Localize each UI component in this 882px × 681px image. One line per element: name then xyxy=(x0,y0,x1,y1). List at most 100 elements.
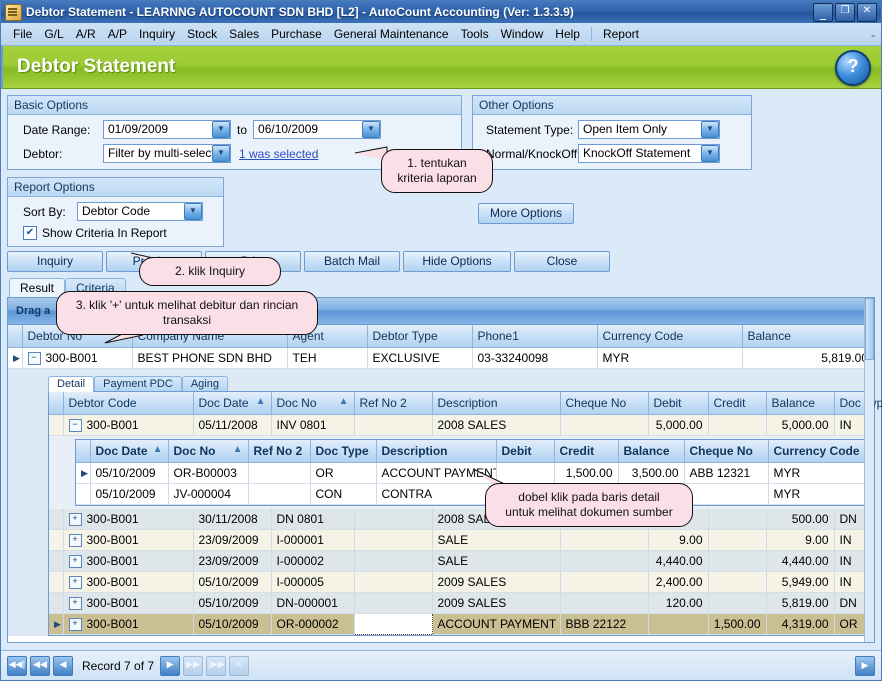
col-debtor-code[interactable]: Debtor Code xyxy=(63,392,194,415)
debtor-filter-select[interactable]: Filter by multi-select ▼ xyxy=(103,144,231,163)
col-cheque-no[interactable]: Cheque No xyxy=(560,392,649,415)
hide-options-button[interactable]: Hide Options xyxy=(403,251,511,272)
statement-type-select[interactable]: Open Item Only ▼ xyxy=(578,120,720,139)
date-from-input[interactable]: 01/09/2009 ▼ xyxy=(103,120,231,139)
show-criteria-checkbox[interactable]: ✔ Show Criteria In Report xyxy=(15,226,167,240)
col-currency-code[interactable]: Currency Code xyxy=(768,440,865,463)
menu-item-tools[interactable]: Tools xyxy=(455,25,495,43)
expand-icon[interactable]: + xyxy=(68,618,82,632)
cell-debtor-code[interactable]: +300-B001 xyxy=(63,509,194,530)
menu-item-general-maintenance[interactable]: General Maintenance xyxy=(328,25,455,43)
col-ref-no-2[interactable]: Ref No 2 xyxy=(248,440,311,463)
expand-icon[interactable]: + xyxy=(68,597,82,611)
chevron-down-icon[interactable]: ⌄ xyxy=(869,29,881,40)
table-row[interactable]: 05/10/2009 JV-000004 CON CONTRA 3,500.00 xyxy=(76,483,865,505)
minimize-button[interactable]: _ xyxy=(813,2,833,22)
col-doc-no[interactable]: Doc No ▲ xyxy=(271,392,355,415)
col-debit[interactable]: Debit xyxy=(496,440,555,463)
selected-count-link[interactable]: 1 was selected xyxy=(239,147,318,161)
next-page-button[interactable]: ▶▶ xyxy=(183,655,204,676)
inquiry-button[interactable]: Inquiry xyxy=(7,251,103,272)
expand-icon[interactable]: + xyxy=(68,513,82,527)
table-row[interactable]: −300-B001 05/11/2008 INV 0801 2008 SALES… xyxy=(49,414,869,436)
tab-detail[interactable]: Detail xyxy=(48,376,95,392)
menu-item-ar[interactable]: A/R xyxy=(70,25,102,43)
close-options-button[interactable]: Close xyxy=(514,251,610,272)
table-row[interactable]: +300-B001 05/10/2009 DN-000001 2009 SALE… xyxy=(49,592,869,614)
close-button[interactable]: ✕ xyxy=(857,2,877,22)
col-credit[interactable]: Credit xyxy=(708,392,767,415)
chevron-down-icon[interactable]: ▼ xyxy=(701,121,719,138)
table-row[interactable]: ▶ +300-B001 05/10/2009 OR-000002 ACCOUNT… xyxy=(49,613,869,635)
table-row[interactable]: ▶ −300-B001 BEST PHONE SDN BHD TEH EXCLU… xyxy=(8,347,874,369)
table-row[interactable]: +300-B001 23/09/2009 I-000001 SALE 9.00 … xyxy=(49,529,869,551)
chevron-down-icon[interactable]: ▼ xyxy=(212,121,230,138)
col-debit[interactable]: Debit xyxy=(648,392,709,415)
last-record-button[interactable]: |▶▶ xyxy=(206,655,227,676)
previous-record-button[interactable]: ◀ xyxy=(53,655,73,676)
cell-debtor-code[interactable]: −300-B001 xyxy=(63,414,194,436)
menu-item-window[interactable]: Window xyxy=(495,25,550,43)
expand-icon[interactable]: + xyxy=(68,576,82,590)
col-description[interactable]: Description xyxy=(432,392,561,415)
batch-mail-button[interactable]: Batch Mail xyxy=(304,251,400,272)
cell-debtor-code[interactable]: +300-B001 xyxy=(63,571,194,593)
col-balance[interactable]: Balance xyxy=(766,392,835,415)
table-row[interactable]: +300-B001 23/09/2009 I-000002 SALE 4,440… xyxy=(49,550,869,572)
col-phone1[interactable]: Phone1 xyxy=(472,325,598,348)
col-credit[interactable]: Credit xyxy=(554,440,619,463)
col-doc-type[interactable]: Doc Type xyxy=(310,440,377,463)
tab-aging[interactable]: Aging xyxy=(181,376,228,391)
cell-debtor-no[interactable]: −300-B001 xyxy=(22,347,133,369)
collapse-icon[interactable]: − xyxy=(68,419,82,433)
scroll-right-button[interactable]: ▶ xyxy=(855,655,875,676)
chevron-down-icon[interactable]: ▼ xyxy=(701,145,719,162)
tab-payment-pdc[interactable]: Payment PDC xyxy=(94,376,182,391)
menu-item-sales[interactable]: Sales xyxy=(223,25,265,43)
col-doc-date[interactable]: Doc Date ▲ xyxy=(193,392,272,415)
date-to-input[interactable]: 06/10/2009 ▼ xyxy=(253,120,382,139)
scrollbar-thumb[interactable] xyxy=(865,298,874,360)
first-record-button[interactable]: ◀◀| xyxy=(7,655,27,676)
table-row[interactable]: +300-B001 05/10/2009 I-000005 2009 SALES… xyxy=(49,571,869,593)
tab-result[interactable]: Result xyxy=(9,278,66,298)
col-cheque-no[interactable]: Cheque No xyxy=(684,440,769,463)
expand-icon[interactable]: + xyxy=(68,534,82,548)
cell-debtor-code[interactable]: +300-B001 xyxy=(63,592,194,614)
table-row[interactable]: +300-B001 30/11/2008 DN 0801 2008 SALES … xyxy=(49,509,869,530)
table-row[interactable]: ▶ 05/10/2009 OR-B00003 OR ACCOUNT PAYMEN… xyxy=(76,462,865,484)
expand-icon[interactable]: + xyxy=(68,555,82,569)
col-debtor-type[interactable]: Debtor Type xyxy=(367,325,473,348)
vertical-scrollbar[interactable] xyxy=(864,298,874,642)
menu-item-file[interactable]: File xyxy=(7,25,38,43)
cell-debtor-code[interactable]: +300-B001 xyxy=(63,613,194,635)
cancel-edit-button[interactable]: ✕ xyxy=(229,655,250,676)
col-description[interactable]: Description xyxy=(376,440,497,463)
menu-item-report[interactable]: Report xyxy=(597,25,645,43)
sort-by-select[interactable]: Debtor Code ▼ xyxy=(77,202,203,221)
col-doc-no[interactable]: Doc No ▲ xyxy=(168,440,249,463)
col-balance[interactable]: Balance xyxy=(742,325,874,348)
cell-debtor-code[interactable]: +300-B001 xyxy=(63,529,194,551)
help-icon[interactable]: ? xyxy=(835,50,871,86)
cell-ref-no-2[interactable] xyxy=(353,613,433,635)
menu-item-inquiry[interactable]: Inquiry xyxy=(133,25,181,43)
maximize-button[interactable]: ❐ xyxy=(835,2,855,22)
col-currency-code[interactable]: Currency Code xyxy=(597,325,743,348)
menu-item-help[interactable]: Help xyxy=(549,25,586,43)
menu-item-gl[interactable]: G/L xyxy=(38,25,69,43)
more-options-button[interactable]: More Options xyxy=(478,203,574,224)
col-doc-date[interactable]: Doc Date ▲ xyxy=(90,440,169,463)
menu-item-ap[interactable]: A/P xyxy=(102,25,133,43)
menu-item-purchase[interactable]: Purchase xyxy=(265,25,328,43)
chevron-down-icon[interactable]: ▼ xyxy=(212,145,230,162)
chevron-down-icon[interactable]: ▼ xyxy=(184,203,202,220)
next-record-button[interactable]: ▶ xyxy=(160,655,181,676)
col-ref-no-2[interactable]: Ref No 2 xyxy=(354,392,433,415)
normal-knockoff-select[interactable]: KnockOff Statement ▼ xyxy=(578,144,720,163)
previous-page-button[interactable]: ◀◀ xyxy=(30,655,50,676)
collapse-icon[interactable]: − xyxy=(27,352,41,366)
cell-debtor-code[interactable]: +300-B001 xyxy=(63,550,194,572)
menu-item-stock[interactable]: Stock xyxy=(181,25,223,43)
col-balance[interactable]: Balance xyxy=(618,440,685,463)
